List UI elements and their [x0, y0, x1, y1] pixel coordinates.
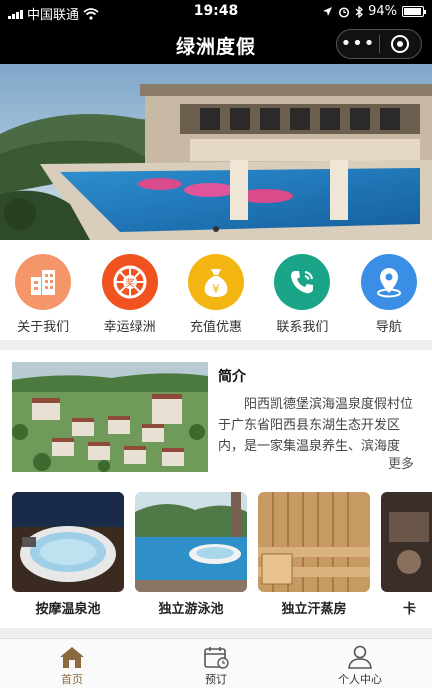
menu-label: 充值优惠 [189, 320, 242, 335]
menu-label: 导航 [375, 320, 402, 335]
banner-carousel[interactable] [0, 64, 432, 240]
nav-bar: 绿洲度假 ••• [0, 24, 432, 64]
tab-bar: 首页 预订 个人中心 [0, 638, 432, 688]
more-link[interactable]: 更多 [388, 453, 414, 472]
tab-label: 预订 [205, 673, 227, 686]
facility-label: 独立汗蒸房 [281, 602, 347, 617]
menu-item-lucky-oasis[interactable]: 奖 幸运绿洲 [90, 254, 170, 340]
intro-section: 简介 阳西凯德堡滨海温泉度假村位于广东省阳西县东湖生态开发区内，是一家集温泉养生… [0, 350, 432, 478]
user-icon [348, 645, 372, 669]
intro-description: 阳西凯德堡滨海温泉度假村位于广东省阳西县东湖生态开发区内，是一家集温泉养生、滨海… [218, 397, 414, 454]
battery-icon [402, 6, 426, 17]
facility-image [12, 492, 124, 592]
building-icon [15, 254, 72, 310]
menu-item-navigation[interactable]: 导航 [349, 254, 429, 340]
facility-card-partial[interactable]: 卡 [381, 492, 432, 617]
facility-card-massage-pool[interactable]: 按摩温泉池 [12, 492, 124, 617]
intro-title: 简介 [218, 369, 246, 385]
menu-label: 幸运绿洲 [103, 320, 156, 335]
location-icon [360, 254, 417, 310]
lottery-icon: 奖 [101, 254, 158, 310]
home-icon [60, 647, 84, 668]
intro-image[interactable] [12, 362, 208, 472]
menu-item-about-us[interactable]: 关于我们 [3, 254, 83, 340]
facility-label: 卡 [403, 602, 417, 617]
tab-profile[interactable]: 个人中心 [310, 639, 410, 688]
facility-card-steam-room[interactable]: 独立汗蒸房 [258, 492, 370, 617]
section-divider [0, 340, 432, 350]
facility-label: 独立游泳池 [158, 602, 224, 617]
mini-program-capsule: ••• [336, 29, 422, 59]
tab-home[interactable]: 首页 [22, 639, 122, 688]
facility-card-private-pool[interactable]: 独立游泳池 [135, 492, 247, 617]
calendar-icon [204, 647, 229, 669]
menu-label: 联系我们 [276, 320, 329, 335]
svg-text:¥: ¥ [212, 282, 220, 296]
location-arrow-icon [323, 7, 333, 16]
facility-image [381, 492, 432, 592]
tab-label: 首页 [61, 673, 83, 686]
menu-item-contact-us[interactable]: 联系我们 [262, 254, 342, 340]
status-bar: 中国联通 19:48 94% [0, 0, 432, 24]
close-icon [391, 35, 410, 53]
facility-label: 按摩温泉池 [35, 602, 101, 617]
facility-list: 按摩温泉池 独立游泳池 独立汗蒸房 卡 [0, 492, 432, 622]
svg-text:奖: 奖 [125, 277, 134, 289]
alarm-icon [339, 6, 350, 18]
bluetooth-icon [355, 5, 364, 18]
banner-indicator [0, 226, 432, 232]
menu-label: 关于我们 [17, 320, 70, 335]
facility-image [258, 492, 370, 592]
tab-booking[interactable]: 预订 [166, 639, 266, 688]
facility-image [135, 492, 247, 592]
phone-icon [274, 254, 331, 310]
menu-item-recharge-offer[interactable]: ¥ 充值优惠 [176, 254, 256, 340]
quick-menu: 关于我们 奖 幸运绿洲 ¥ 充值优惠 联系我们 导航 [0, 240, 432, 340]
more-button[interactable]: ••• [337, 30, 379, 58]
section-divider [0, 628, 432, 638]
battery-percent: 94% [368, 4, 397, 19]
tab-label: 个人中心 [338, 673, 382, 686]
close-button[interactable] [380, 35, 421, 53]
money-bag-icon: ¥ [187, 254, 244, 310]
banner-image [0, 64, 432, 240]
